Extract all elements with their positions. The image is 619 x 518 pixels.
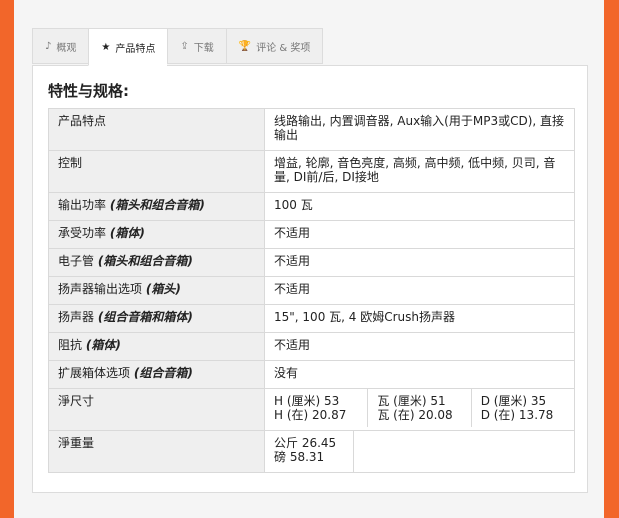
- row-label: 淨尺寸: [48, 388, 265, 431]
- table-row: 阻抗 (箱体) 不适用: [48, 332, 576, 361]
- row-value: 不适用: [263, 248, 576, 277]
- tab-reviews[interactable]: 🏆 评论 & 奖项: [225, 28, 324, 64]
- row-label: 产品特点: [48, 108, 265, 151]
- row-value: H (厘米) 53 H (在) 20.87 瓦 (厘米) 51 瓦 (在) 20…: [263, 388, 576, 431]
- row-value: 增益, 轮廓, 音色亮度, 高频, 高中频, 低中频, 贝司, 音量, DI前/…: [263, 150, 576, 193]
- label-note: (组合音箱和箱体): [97, 310, 193, 324]
- row-label: 扬声器 (组合音箱和箱体): [48, 304, 265, 333]
- row-value: 15", 100 瓦, 4 欧姆Crush扬声器: [263, 304, 576, 333]
- dimension-depth: D (厘米) 35 D (在) 13.78: [470, 389, 574, 427]
- label-text: 输出功率: [58, 198, 107, 212]
- table-row: 扬声器输出选项 (箱头) 不适用: [48, 276, 576, 305]
- label-text: 控制: [58, 156, 83, 170]
- row-value: 100 瓦: [263, 192, 576, 221]
- table-row: 扬声器 (组合音箱和箱体) 15", 100 瓦, 4 欧姆Crush扬声器: [48, 304, 576, 333]
- dimension-height: H (厘米) 53 H (在) 20.87: [265, 389, 367, 427]
- depth-in: D (在) 13.78: [480, 408, 554, 422]
- weight-kg: 公斤 26.45: [274, 436, 337, 450]
- label-note: (箱头): [145, 282, 181, 296]
- label-note: (箱头和组合音箱): [97, 254, 193, 268]
- label-text: 阻抗: [58, 338, 83, 352]
- table-row: 产品特点 线路输出, 内置调音器, Aux输入(用于MP3或CD), 直接输出: [48, 108, 576, 151]
- row-label: 电子管 (箱头和组合音箱): [48, 248, 265, 277]
- label-note: (组合音箱): [133, 366, 193, 380]
- weight-lb: 磅 58.31: [274, 450, 325, 464]
- tab-label: 概观: [56, 42, 77, 54]
- row-label: 扬声器输出选项 (箱头): [48, 276, 265, 305]
- tab-downloads[interactable]: ⇪ 下载: [167, 28, 226, 64]
- page: ♪ 概观 ★ 产品特点 ⇪ 下载 🏆 评论 & 奖项 特性与规格: 产品特点 线…: [14, 0, 604, 518]
- height-in: H (在) 20.87: [274, 408, 347, 422]
- table-row: 输出功率 (箱头和组合音箱) 100 瓦: [48, 192, 576, 221]
- label-text: 产品特点: [58, 114, 107, 128]
- label-text: 扬声器输出选项: [58, 282, 143, 296]
- table-row: 承受功率 (箱体) 不适用: [48, 220, 576, 249]
- row-value: 不适用: [263, 276, 576, 305]
- table-row: 控制 增益, 轮廓, 音色亮度, 高频, 高中频, 低中频, 贝司, 音量, D…: [48, 150, 576, 193]
- table-row-weight: 淨重量 公斤 26.45 磅 58.31: [48, 430, 576, 473]
- row-label: 输出功率 (箱头和组合音箱): [48, 192, 265, 221]
- tab-bar: ♪ 概观 ★ 产品特点 ⇪ 下载 🏆 评论 & 奖项: [32, 28, 324, 66]
- row-value: 没有: [263, 360, 576, 389]
- row-value: 线路输出, 内置调音器, Aux输入(用于MP3或CD), 直接输出: [263, 108, 576, 151]
- table-row-dimensions: 淨尺寸 H (厘米) 53 H (在) 20.87 瓦 (厘米) 51 瓦 (在…: [48, 388, 576, 431]
- download-icon: ⇪: [180, 40, 189, 52]
- row-label: 扩展箱体选项 (组合音箱): [48, 360, 265, 389]
- row-label: 阻抗 (箱体): [48, 332, 265, 361]
- dimensions-grid: H (厘米) 53 H (在) 20.87 瓦 (厘米) 51 瓦 (在) 20…: [265, 389, 574, 427]
- table-row: 电子管 (箱头和组合音箱) 不适用: [48, 248, 576, 277]
- star-icon: ★: [101, 41, 111, 53]
- section-heading: 特性与规格:: [48, 82, 129, 100]
- label-text: 承受功率: [58, 226, 107, 240]
- music-note-icon: ♪: [45, 40, 52, 52]
- row-value: 不适用: [263, 220, 576, 249]
- tab-label: 下载: [193, 42, 214, 54]
- trophy-icon: 🏆: [238, 40, 252, 52]
- spec-table: 产品特点 线路输出, 内置调音器, Aux输入(用于MP3或CD), 直接输出 …: [48, 108, 576, 473]
- height-cm: H (厘米) 53: [274, 394, 340, 408]
- label-note: (箱体): [109, 226, 145, 240]
- empty-cell: [352, 430, 576, 473]
- label-note: (箱头和组合音箱): [109, 198, 205, 212]
- label-text: 扩展箱体选项: [58, 366, 131, 380]
- row-label: 淨重量: [48, 430, 265, 473]
- row-label: 控制: [48, 150, 265, 193]
- row-label: 承受功率 (箱体): [48, 220, 265, 249]
- label-text: 电子管: [58, 254, 95, 268]
- dimension-width: 瓦 (厘米) 51 瓦 (在) 20.08: [367, 389, 470, 427]
- label-text: 扬声器: [58, 310, 95, 324]
- tab-label: 产品特点: [115, 43, 156, 55]
- row-value: 公斤 26.45 磅 58.31: [264, 430, 354, 473]
- depth-cm: D (厘米) 35: [480, 394, 547, 408]
- width-cm: 瓦 (厘米) 51: [377, 394, 446, 408]
- features-panel: 特性与规格: 产品特点 线路输出, 内置调音器, Aux输入(用于MP3或CD)…: [32, 65, 588, 493]
- label-note: (箱体): [85, 338, 121, 352]
- width-in: 瓦 (在) 20.08: [377, 408, 453, 422]
- table-row: 扩展箱体选项 (组合音箱) 没有: [48, 360, 576, 389]
- tab-features[interactable]: ★ 产品特点: [88, 28, 168, 66]
- row-value: 不适用: [263, 332, 576, 361]
- tab-overview[interactable]: ♪ 概观: [32, 28, 89, 64]
- tab-label: 评论 & 奖项: [256, 42, 311, 54]
